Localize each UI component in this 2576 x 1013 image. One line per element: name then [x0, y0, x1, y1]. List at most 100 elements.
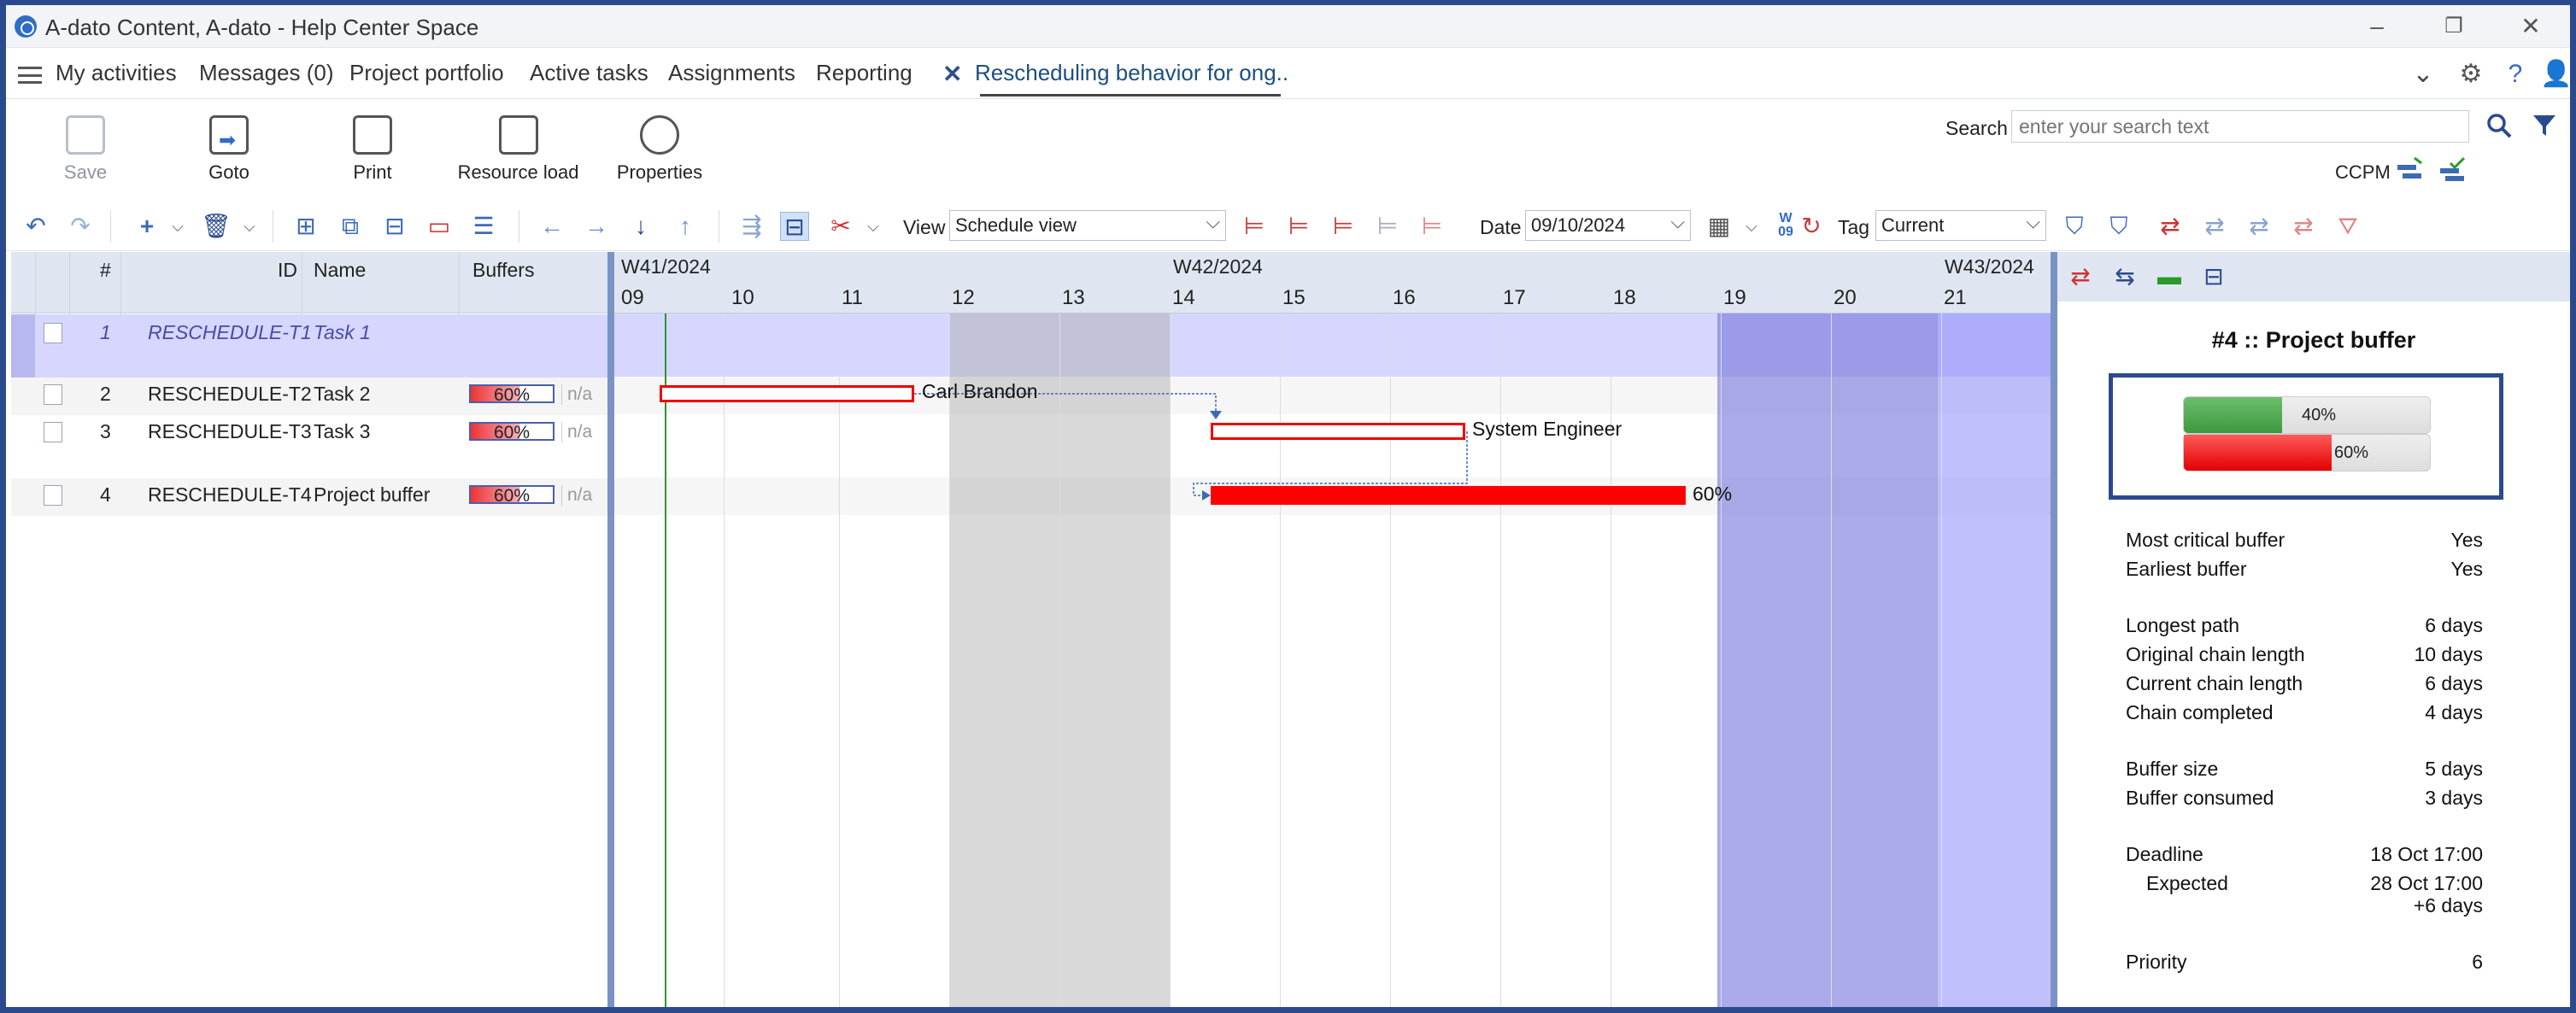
close-tab-icon[interactable]: ✕ [942, 60, 962, 88]
prop-value: 3 days [2425, 787, 2483, 809]
col-name-header[interactable]: Name [314, 259, 366, 282]
properties-wrench-icon [640, 115, 679, 155]
add-tag-icon[interactable]: ⛉ [2060, 212, 2089, 241]
col-buffers-header[interactable]: Buffers [472, 259, 534, 282]
view-select[interactable]: Schedule view [949, 210, 1226, 241]
calendar-grid-icon[interactable]: ▦ [1705, 212, 1734, 241]
delete-trash-icon[interactable]: 🗑 [201, 212, 232, 241]
chain-completed-gauge: 40% [2183, 396, 2431, 434]
panel-shuffle-icon[interactable]: ⇆ [2110, 262, 2139, 291]
prop-label: Longest path [2126, 614, 2240, 636]
panel-swap-icon[interactable]: ⇄ [2066, 262, 2095, 291]
prop-value: 28 Oct 17:00 [2370, 872, 2483, 894]
gantt-panel-splitter[interactable] [2051, 252, 2057, 1007]
task-doc-icon [44, 384, 62, 405]
grid-gantt-splitter[interactable] [607, 252, 614, 1007]
date-picker[interactable]: 09/10/2024 [1525, 210, 1691, 241]
remove-row-icon[interactable]: ⊟ [380, 212, 409, 241]
unlink-dropdown-chevron-icon[interactable]: ⌵ [859, 212, 888, 241]
hamburger-menu-icon[interactable] [18, 67, 42, 84]
properties-button[interactable]: Properties [596, 115, 724, 197]
nav-reporting[interactable]: Reporting [816, 60, 912, 86]
row-id: RESCHEDULE-T4 [148, 483, 312, 506]
add-icon[interactable]: + [132, 212, 161, 241]
resource-load-button[interactable]: Resource load [452, 115, 584, 197]
nav-messages[interactable]: Messages (0) [199, 60, 334, 86]
delete-dropdown-chevron-icon[interactable]: ⌵ [235, 212, 264, 241]
ccpm-schedule-icon[interactable] [2396, 156, 2423, 184]
move-bar-2-icon[interactable]: ⇄ [2200, 212, 2229, 241]
nav-bar: My activities Messages (0) Project portf… [6, 48, 2570, 99]
nav-assignments[interactable]: Assignments [668, 60, 795, 86]
col-id-header[interactable]: ID [278, 259, 297, 282]
help-icon[interactable]: ? [2501, 60, 2530, 89]
nav-my-activities[interactable]: My activities [56, 60, 177, 86]
outdent-left-icon[interactable]: ← [537, 212, 566, 241]
filter-bars-icon[interactable]: ⛛ [2333, 212, 2362, 241]
gantt-option-1-icon[interactable]: ⊨ [1240, 212, 1269, 241]
table-row[interactable]: 1 RESCHEDULE-T1 Task 1 [11, 314, 607, 378]
gantt-option-4-icon[interactable]: ⊨ [1373, 212, 1402, 241]
task2-resource-label: Carl Brandon [922, 380, 1038, 402]
project-buffer-bar[interactable] [1211, 486, 1686, 505]
settings-gear-icon[interactable]: ⚙ [2456, 60, 2485, 89]
task-doc-icon [44, 422, 62, 442]
gantt-option-2-icon[interactable]: ⊨ [1284, 212, 1313, 241]
indent-right-icon[interactable]: → [582, 212, 611, 241]
task3-bar[interactable] [1211, 423, 1465, 440]
move-up-icon[interactable]: ↑ [671, 212, 700, 241]
week-number-icon[interactable]: W 09 [1771, 212, 1800, 241]
move-bar-3-icon[interactable]: ⇄ [2244, 212, 2274, 241]
save-button[interactable]: Save [21, 115, 150, 197]
close-window-button[interactable]: ✕ [2509, 10, 2552, 43]
panel-layout-icon[interactable]: ⊟ [2199, 262, 2228, 291]
nav-active-tasks[interactable]: Active tasks [530, 60, 648, 86]
notes-icon[interactable]: ☰ [469, 212, 498, 241]
search-icon[interactable] [2485, 112, 2513, 139]
title-bar: A-dato Content, A-dato - Help Center Spa… [6, 5, 2570, 48]
nav-project-portfolio[interactable]: Project portfolio [349, 60, 504, 86]
print-button[interactable]: Print [308, 115, 437, 197]
gantt-option-3-icon[interactable]: ⊨ [1329, 212, 1358, 241]
undo-icon[interactable]: ↶ [21, 212, 50, 241]
prop-label: Original chain length [2126, 643, 2305, 665]
tab-rescheduling[interactable]: Rescheduling behavior for ong.. [975, 60, 1288, 86]
move-bar-4-icon[interactable]: ⇄ [2289, 212, 2318, 241]
row-selector[interactable] [11, 314, 35, 378]
chevron-down-icon[interactable]: ⌄ [2409, 60, 2438, 89]
prop-value: 4 days [2425, 701, 2483, 723]
ribbon: Save ➡ Goto Print Resource load Properti… [6, 100, 2570, 201]
table-row[interactable]: 3 RESCHEDULE-T3 Task 3 60% n/a [11, 415, 607, 478]
insert-subtask-icon[interactable]: ⧉ [336, 212, 365, 241]
ccpm-apply-icon[interactable] [2438, 156, 2466, 184]
move-bar-1-icon[interactable]: ⇄ [2156, 212, 2185, 241]
tag-select[interactable]: Current [1875, 210, 2046, 241]
filter-icon[interactable] [2531, 112, 2558, 139]
col-num-header[interactable]: # [100, 259, 111, 282]
app-window: A-dato Content, A-dato - Help Center Spa… [0, 0, 2576, 1013]
insert-row-icon[interactable]: ⊞ [291, 212, 320, 241]
panel-remove-bar-icon[interactable]: ▬ [2155, 262, 2184, 291]
restore-button[interactable]: ❐ [2432, 10, 2475, 43]
user-icon[interactable]: 👤 [2540, 60, 2570, 89]
remove-tag-icon[interactable]: ⛉ [2104, 212, 2133, 241]
table-row[interactable]: 2 RESCHEDULE-T2 Task 2 60% n/a [11, 378, 607, 415]
critical-chain-toggle-icon[interactable]: ⊟ [780, 212, 809, 241]
row-name: Task 1 [314, 321, 371, 343]
link-tasks-icon[interactable]: ⇶ [737, 212, 766, 241]
redo-icon[interactable]: ↷ [66, 212, 95, 241]
gantt-option-5-icon[interactable]: ⊨ [1417, 212, 1446, 241]
panel-title: #4 :: Project buffer [2211, 327, 2416, 353]
calendar-dropdown-chevron-icon[interactable]: ⌵ [1737, 212, 1766, 241]
bar-style-icon[interactable]: ▭ [425, 212, 454, 241]
add-dropdown-chevron-icon[interactable]: ⌵ [163, 212, 192, 241]
goto-button[interactable]: ➡ Goto [165, 115, 293, 197]
minimize-button[interactable]: – [2356, 10, 2398, 43]
search-input[interactable] [2011, 110, 2469, 143]
refresh-icon[interactable]: ↻ [1797, 212, 1826, 241]
prop-value: 6 days [2425, 672, 2483, 694]
task2-bar[interactable] [660, 385, 914, 402]
unlink-tasks-icon[interactable]: ✂ [826, 212, 855, 241]
move-down-icon[interactable]: ↓ [626, 212, 655, 241]
table-row[interactable]: 4 RESCHEDULE-T4 Project buffer 60% n/a [11, 478, 607, 516]
